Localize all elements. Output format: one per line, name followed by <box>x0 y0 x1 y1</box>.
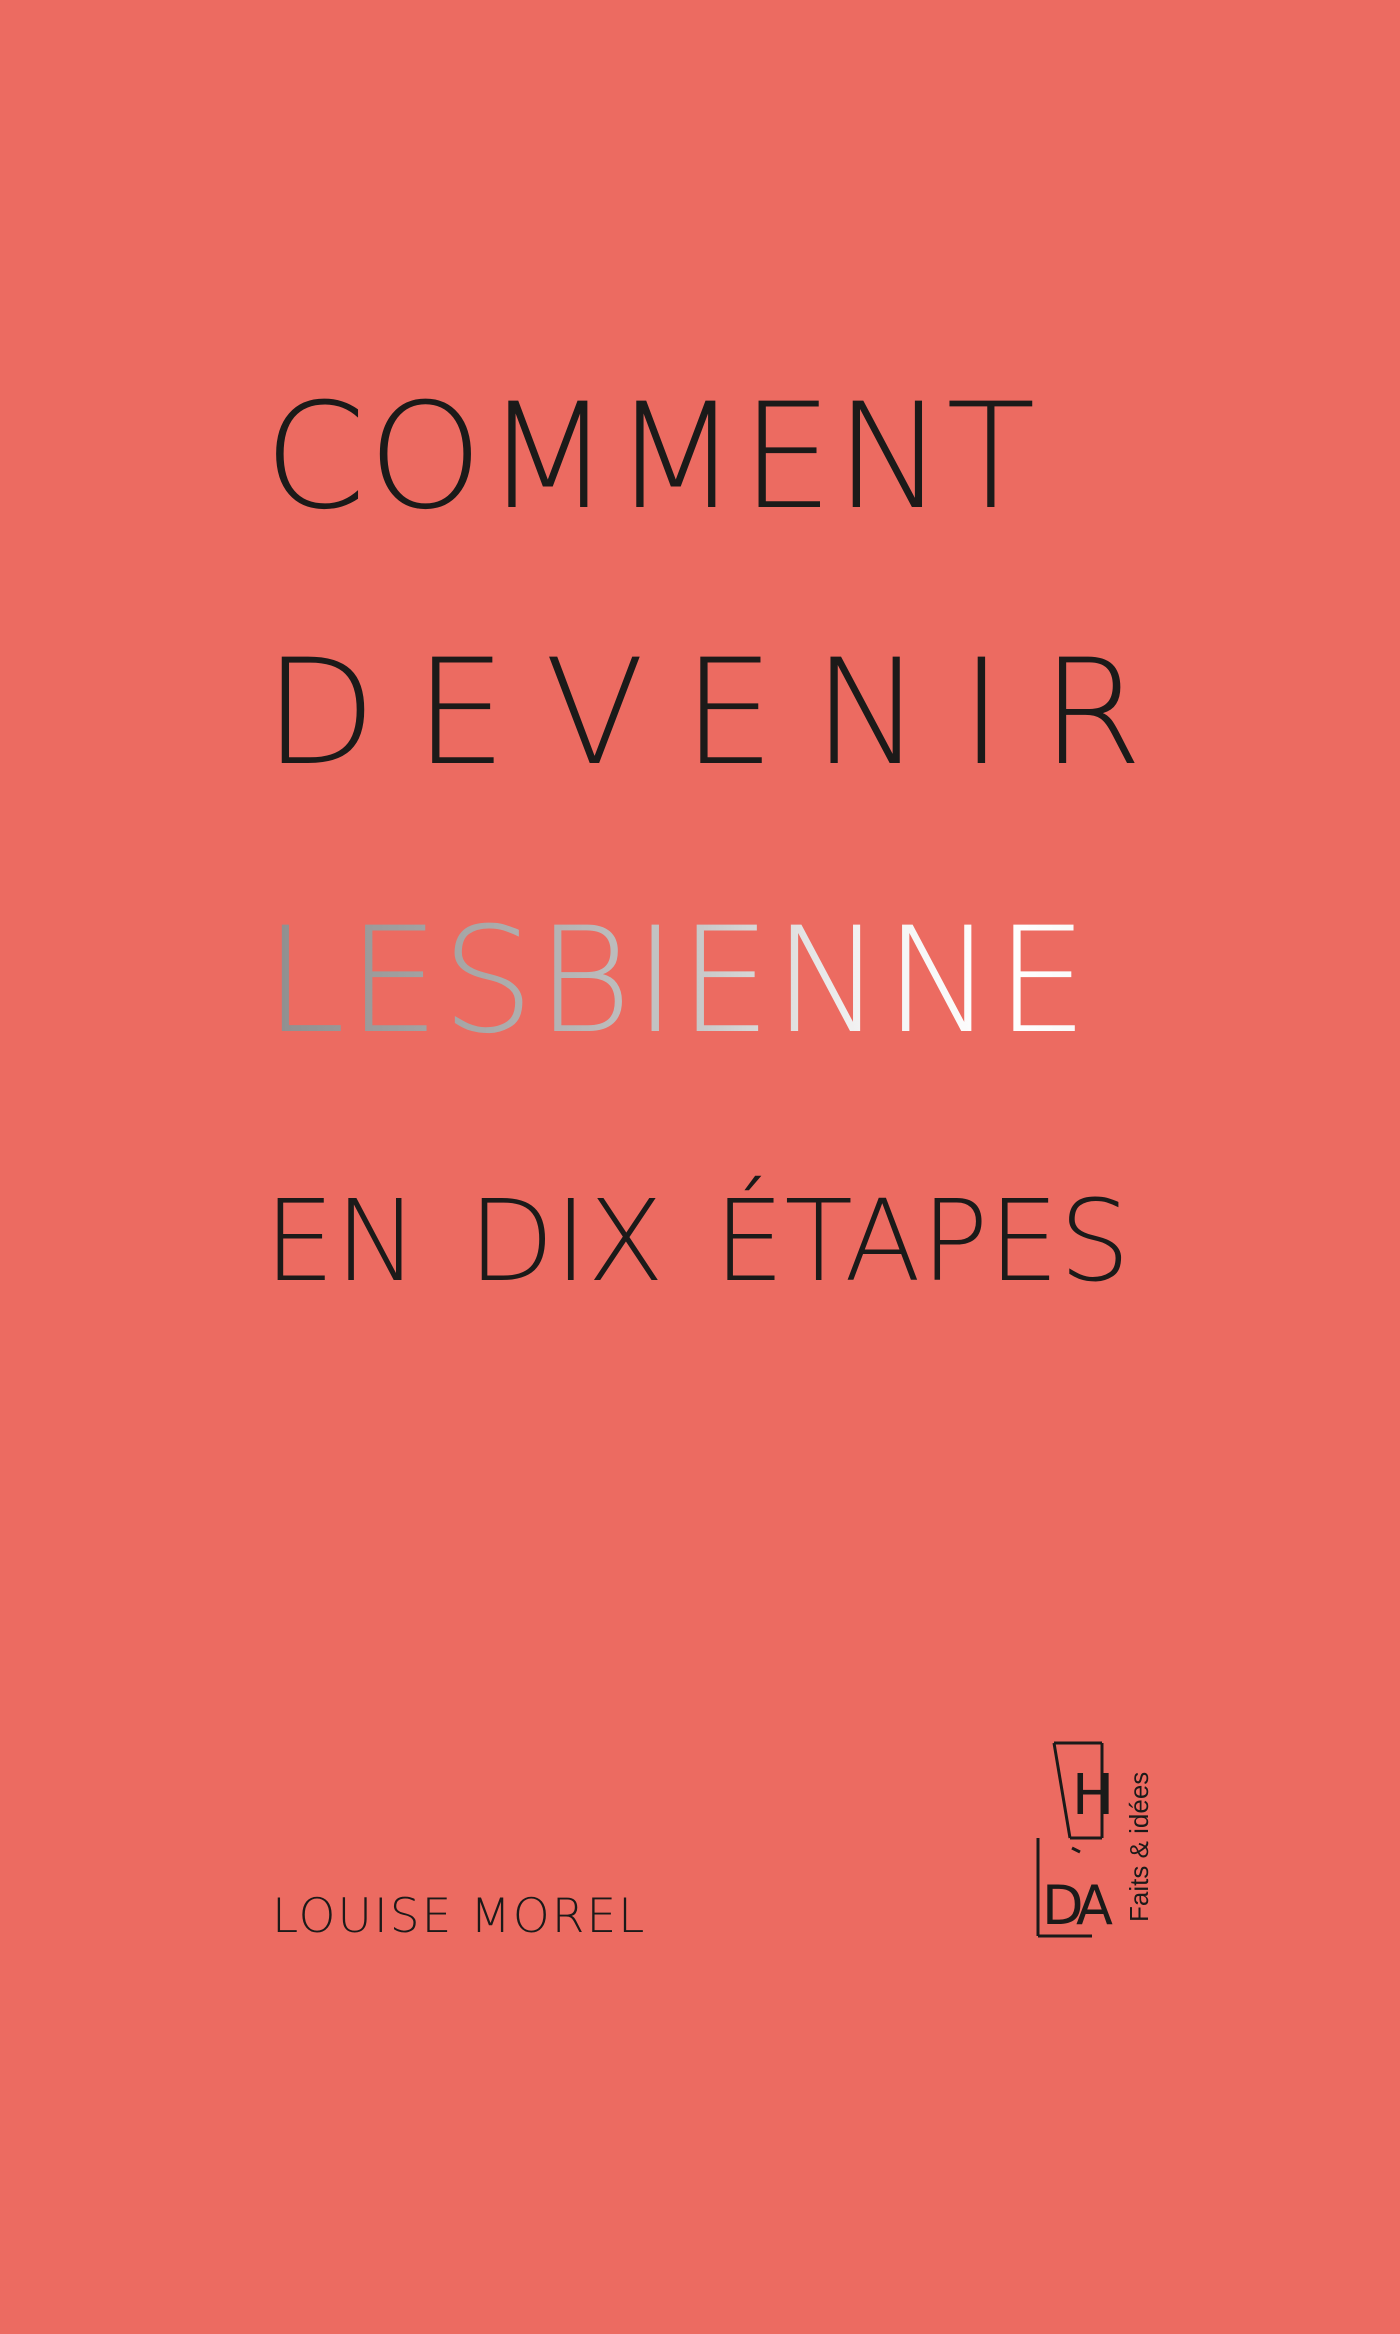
title-line-3-silver: LESBIENNE <box>264 908 1140 1054</box>
book-cover: COMMENT DEVENIR LESBIENNE EN DIX ÉTAPES … <box>0 0 1400 2334</box>
title-line-4: EN DIX ÉTAPES <box>264 1177 1131 1307</box>
logo-letter-h: H <box>1072 1763 1114 1828</box>
title-line-1: COMMENT <box>264 372 1038 542</box>
title-line-2: DEVENIR <box>264 628 1181 798</box>
author-name: LOUISE MOREL <box>272 1889 647 1944</box>
logo-letter-a: A <box>1076 1874 1113 1937</box>
collection-name: Faits & idées <box>1124 1771 1154 1922</box>
